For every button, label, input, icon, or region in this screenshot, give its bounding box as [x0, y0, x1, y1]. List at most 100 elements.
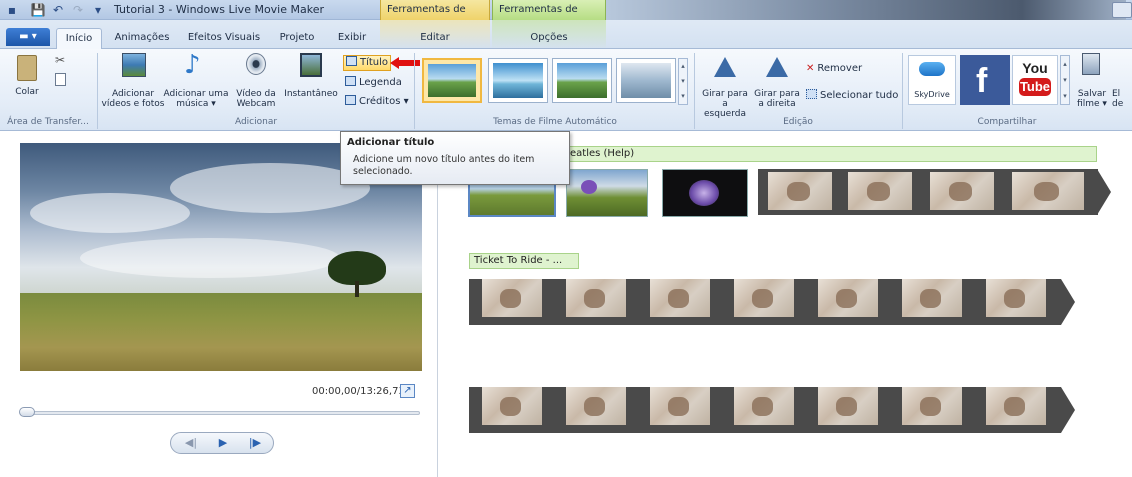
credits-button[interactable]: Créditos ▾: [345, 95, 409, 109]
youtube-button[interactable]: You Tube: [1012, 55, 1058, 105]
music-clip-label[interactable]: eatles (Help): [565, 146, 1097, 162]
save-icon[interactable]: 💾: [30, 2, 46, 18]
seek-bar[interactable]: [20, 411, 420, 415]
video-thumbnail: [566, 279, 626, 317]
video-thumbnail: [768, 172, 832, 210]
clipboard-icon: [17, 55, 37, 81]
music-clip-label[interactable]: Ticket To Ride - ...: [469, 253, 579, 269]
cloud: [80, 238, 340, 278]
save-movie-icon: [1082, 53, 1100, 75]
tab-efeitos-visuais[interactable]: Efeitos Visuais: [184, 28, 264, 48]
minimize-button[interactable]: [1112, 2, 1132, 18]
theme-thumbnail-1[interactable]: [422, 58, 482, 103]
rotate-left-button[interactable]: Girar para a esquerda: [700, 53, 750, 119]
seek-thumb[interactable]: [19, 407, 35, 417]
skydrive-button[interactable]: SkyDrive: [908, 55, 956, 105]
play-button[interactable]: ▶: [207, 435, 239, 451]
snapshot-button[interactable]: Instantâneo: [283, 53, 339, 111]
title-button[interactable]: Título: [343, 55, 392, 71]
context-tab-music-tools: Ferramentas de Música: [492, 0, 606, 35]
fullscreen-expand-button[interactable]: ↗: [400, 384, 415, 398]
flower-shape: [581, 180, 597, 194]
tooltip-description: Adicione um novo título antes do item se…: [353, 154, 535, 177]
theme-thumbnail-4[interactable]: [616, 58, 676, 103]
redo-icon[interactable]: ↷: [70, 2, 86, 18]
video-thumbnail: [566, 387, 626, 425]
app-icon: ▪: [7, 3, 17, 17]
tab-exibir[interactable]: Exibir: [330, 28, 374, 48]
caption-button[interactable]: Legenda: [345, 76, 402, 90]
film-photo-icon: [122, 53, 146, 77]
tree-trunk: [355, 281, 359, 297]
storyboard-clip-purple-flower[interactable]: [662, 169, 748, 217]
snapshot-icon: [300, 53, 322, 77]
theme-thumbnail-2[interactable]: [488, 58, 548, 103]
copy-icon[interactable]: [55, 73, 66, 86]
video-thumbnail: [734, 279, 794, 317]
title-bar: ▪ 💾 ↶ ↷ ▾ Tutorial 3 - Windows Live Movi…: [0, 0, 1132, 35]
tree: [328, 251, 386, 285]
rotate-right-button[interactable]: Girar para a direita: [754, 53, 800, 113]
video-thumbnail: [848, 172, 912, 210]
add-videos-photos-button[interactable]: Adicionar vídeos e fotos: [100, 53, 166, 111]
video-thumbnail: [902, 279, 962, 317]
app-menu-button[interactable]: ▬ ▾: [6, 28, 50, 46]
video-thumbnail: [818, 387, 878, 425]
tooltip-title: Adicionar título: [347, 137, 435, 148]
video-thumbnail: [482, 279, 542, 317]
skydrive-icon: [919, 62, 945, 76]
save-movie-button[interactable]: Salvar filme ▾: [1072, 53, 1112, 113]
remove-button[interactable]: ✕ Remover: [806, 62, 862, 76]
theme-thumbnail-3[interactable]: [552, 58, 612, 103]
tab-animacoes[interactable]: Animações: [108, 28, 176, 48]
facebook-icon: f: [976, 62, 988, 100]
youtube-logo-top: You: [1022, 60, 1048, 76]
youtube-logo-bottom: Tube: [1019, 78, 1051, 96]
group-separator: [902, 53, 903, 129]
share-gallery-scroll[interactable]: ▴ ▾ ▾: [1060, 55, 1070, 105]
playback-controls: ◀| ▶ |▶: [170, 432, 274, 454]
video-thumbnail: [986, 387, 1046, 425]
group-label-clipboard: Área de Transfer...: [7, 117, 89, 127]
timecode: 00:00,00/13:26,73: [312, 386, 405, 397]
video-thumbnail: [734, 387, 794, 425]
tab-editar[interactable]: Editar: [400, 28, 470, 48]
add-music-button[interactable]: ♪ Adicionar uma música ▾: [160, 50, 232, 111]
title-button-tooltip: Adicionar título Adicione um novo título…: [340, 131, 570, 185]
video-thumbnail: [930, 172, 994, 210]
theme-image: [557, 63, 607, 98]
facebook-button[interactable]: f: [960, 55, 1010, 105]
music-note-icon: ♪: [184, 50, 201, 80]
window-title: Tutorial 3 - Windows Live Movie Maker: [114, 3, 325, 16]
customize-quick-access-icon[interactable]: ▾: [90, 2, 106, 18]
group-separator: [694, 53, 695, 129]
undo-icon[interactable]: ↶: [50, 2, 66, 18]
video-thumbnail: [650, 279, 710, 317]
group-separator: [414, 53, 415, 129]
title-bar-background: [606, 0, 1126, 20]
flower-shape: [689, 180, 719, 206]
red-arrow-annotation: [390, 57, 420, 69]
tab-opcoes[interactable]: Opções: [512, 28, 586, 48]
select-all-button[interactable]: Selecionar tudo: [806, 89, 898, 103]
gallery-scroll[interactable]: ▴ ▾ ▾: [678, 58, 688, 105]
storyboard-clip-flowers[interactable]: [566, 169, 648, 217]
next-ribbon-button[interactable]: El de: [1112, 89, 1132, 111]
tab-inicio[interactable]: Início: [56, 28, 102, 50]
video-thumbnail: [818, 279, 878, 317]
cut-icon[interactable]: ✂: [55, 53, 65, 67]
rotate-left-icon: [714, 57, 736, 77]
clip-continue-arrow: [1061, 279, 1075, 325]
next-frame-button[interactable]: |▶: [239, 435, 271, 451]
group-label-share: Compartilhar: [977, 117, 1037, 127]
rotate-right-icon: [766, 57, 788, 77]
ribbon: Colar ✂ Área de Transfer... Adicionar ví…: [0, 49, 1132, 131]
previous-frame-button[interactable]: ◀|: [175, 435, 207, 451]
paste-button[interactable]: Colar: [6, 55, 48, 109]
webcam-video-button[interactable]: Vídeo da Webcam: [228, 53, 284, 111]
group-label-edit: Edição: [783, 117, 813, 127]
caption-icon: [345, 76, 356, 86]
group-label-themes: Temas de Filme Automático: [493, 117, 617, 127]
group-label-add: Adicionar: [234, 117, 278, 127]
tab-projeto[interactable]: Projeto: [272, 28, 322, 48]
